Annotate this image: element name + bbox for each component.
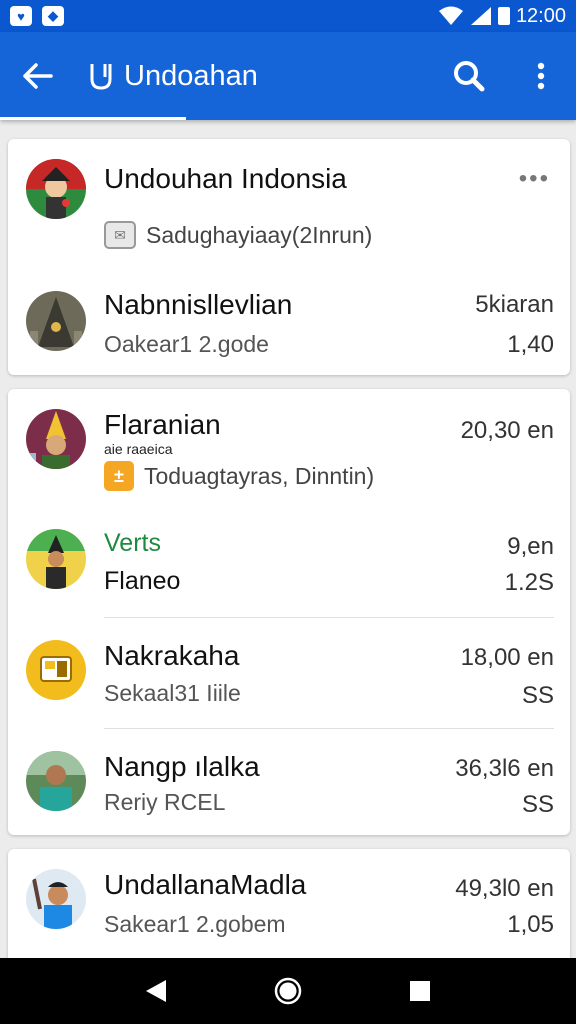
system-icons: 12:00 (438, 5, 566, 28)
more-vert-icon (537, 62, 545, 90)
item-value: 9,en (507, 533, 554, 560)
search-button[interactable] (452, 59, 486, 93)
avatar (26, 159, 86, 219)
item-subtitle: Reriy RCEL (104, 789, 226, 815)
avatar (26, 409, 86, 469)
title-group: Undoahan (88, 60, 258, 93)
item-title: Nangp ılalka (104, 751, 260, 782)
card-group-3: UndallanaMadla Sakear1 2.gobem 49,3l0 en… (8, 849, 570, 964)
chip-label: Toduagtayras, Dinntin) (144, 462, 375, 489)
item-value: 36,3l6 en (455, 755, 554, 782)
calendar-icon: ± (104, 461, 134, 491)
item-status: 5kiaran (475, 291, 554, 318)
bookmark-icon (90, 64, 112, 90)
item-secondary-value: SS (521, 791, 554, 818)
item-caption: aie raaeica (104, 441, 173, 457)
status-bar: ♥ ◆ 12:00 (0, 0, 576, 32)
avatar (26, 529, 86, 589)
item-title: Flaranian (104, 409, 221, 440)
item-secondary-value: 1,05 (507, 911, 554, 938)
item-secondary-value: SS (521, 682, 554, 709)
item-subtitle: Flaneo (104, 567, 181, 595)
list-item[interactable]: Verts Flaneo 9,en 1.2S (8, 509, 570, 617)
list-item[interactable]: Nakrakaha Sekaal31 Iiile 18,00 en SS (8, 618, 570, 728)
list-item[interactable]: Flaranian aie raaeica ± Toduagtayras, Di… (8, 389, 570, 509)
chip-label: Sadughayiaay(2Inrun) (146, 221, 373, 248)
item-value: 18,00 en (460, 644, 554, 671)
app-notification-icon: ◆ (42, 6, 64, 26)
item-title: Nakrakaha (104, 640, 240, 671)
item-title: Undouhan Indonsia (104, 163, 347, 194)
more-options-button[interactable] (524, 59, 558, 93)
app-bar: Undoahan (0, 32, 576, 120)
list-item[interactable]: Undouhan Indonsia ••• ✉ Sadughayiaay(2In… (8, 139, 570, 259)
system-navigation-bar (0, 958, 576, 1024)
card-group-1: Undouhan Indonsia ••• ✉ Sadughayiaay(2In… (8, 139, 570, 375)
item-subtitle: Sekaal31 Iiile (104, 680, 241, 706)
item-subtitle: Oakear1 2.gode (104, 331, 269, 357)
wifi-icon (438, 6, 463, 25)
nav-recents-button[interactable] (398, 969, 442, 1013)
list-item[interactable]: Nabnnisllevlian Oakear1 2.gode 5kiaran 1… (8, 259, 570, 375)
arrow-back-icon (23, 63, 53, 89)
list-item[interactable]: Nangp ılalka Reriy RCEL 36,3l6 en SS (8, 729, 570, 835)
page-title: Undoahan (124, 59, 258, 92)
triangle-back-icon (146, 980, 166, 1002)
card-group-2: Flaranian aie raaeica ± Toduagtayras, Di… (8, 389, 570, 835)
item-title: UndallanaMadla (104, 869, 307, 900)
avatar (26, 291, 86, 351)
avatar (26, 640, 86, 700)
item-secondary-value: 1.2S (504, 569, 554, 596)
app-bar-actions (452, 59, 558, 93)
circle-home-icon (274, 977, 302, 1005)
back-button[interactable] (18, 56, 58, 96)
overflow-menu-button[interactable]: ••• (519, 165, 550, 193)
item-chip: ± Toduagtayras, Dinntin) (104, 461, 374, 491)
item-subtitle: Sakear1 2.gobem (104, 911, 286, 937)
item-chip: ✉ Sadughayiaay(2Inrun) (104, 221, 372, 249)
item-title: Verts (104, 529, 161, 557)
search-icon (454, 61, 485, 92)
avatar (26, 869, 86, 929)
shield-notification-icon: ♥ (10, 6, 32, 26)
nav-home-button[interactable] (266, 969, 310, 1013)
avatar (26, 751, 86, 811)
status-time: 12:00 (515, 4, 566, 27)
list-item[interactable]: UndallanaMadla Sakear1 2.gobem 49,3l0 en… (8, 849, 570, 964)
square-recents-icon (410, 981, 430, 1001)
item-title: Nabnnisllevlian (104, 289, 293, 320)
more-horiz-icon: ••• (518, 165, 550, 192)
notification-icons: ♥ ◆ (10, 6, 64, 26)
item-value: 49,3l0 en (455, 875, 554, 902)
message-icon: ✉ (104, 221, 136, 249)
tab-indicator (0, 117, 186, 120)
nav-back-button[interactable] (134, 969, 178, 1013)
item-value: 20,30 en (460, 417, 554, 444)
signal-icon (470, 7, 491, 25)
item-value: 1,40 (507, 331, 554, 358)
battery-icon (497, 7, 510, 25)
